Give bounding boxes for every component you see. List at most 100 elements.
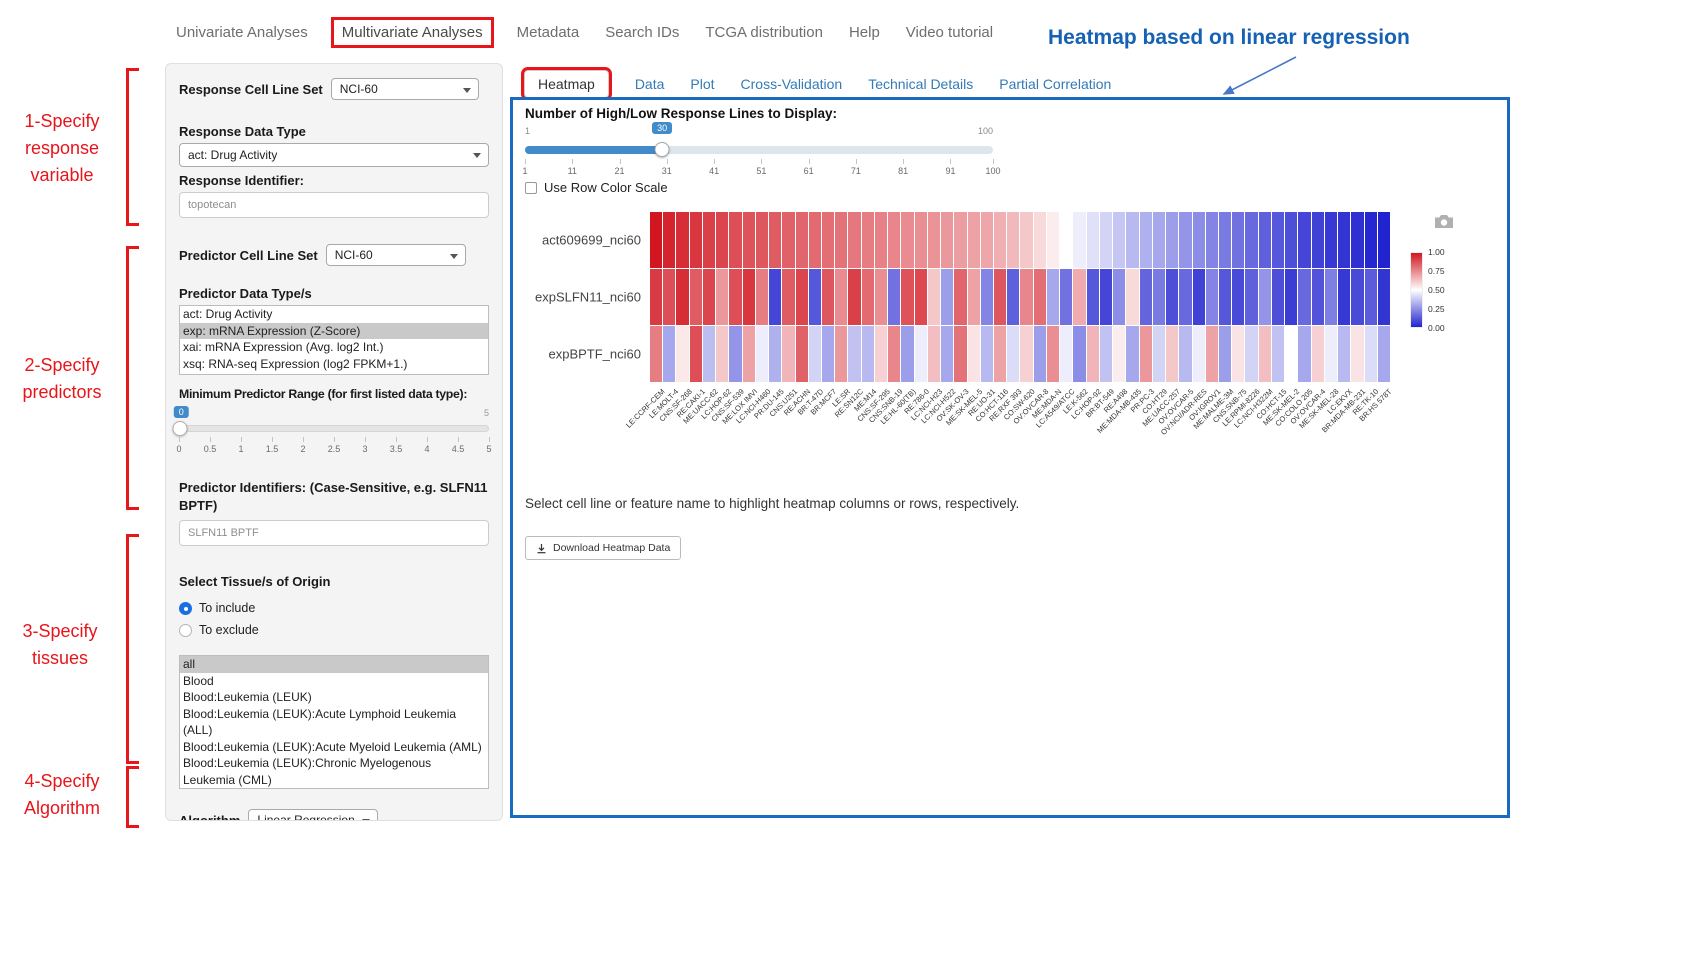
heatmap-cell[interactable]	[1206, 212, 1218, 268]
heatmap-cell[interactable]	[1020, 212, 1032, 268]
heatmap-cell[interactable]	[1034, 326, 1046, 382]
heatmap-cell[interactable]	[782, 212, 794, 268]
heatmap-cell[interactable]	[1166, 269, 1178, 325]
heatmap-cell[interactable]	[1338, 326, 1350, 382]
option-all[interactable]: all	[180, 656, 488, 673]
option-xsq-rna-seq-expression-log2-fpkm-1[interactable]: xsq: RNA-seq Expression (log2 FPKM+1.)	[180, 356, 488, 373]
heatmap-cell[interactable]	[1193, 212, 1205, 268]
heatmap-cell[interactable]	[1206, 326, 1218, 382]
camera-icon[interactable]	[1434, 213, 1454, 229]
heatmap-cell[interactable]	[1232, 326, 1244, 382]
heatmap-cell[interactable]	[1219, 212, 1231, 268]
heatmap-cell[interactable]	[796, 326, 808, 382]
heatmap-cell[interactable]	[1272, 326, 1284, 382]
nav-item-help[interactable]: Help	[849, 24, 880, 41]
heatmap-cell[interactable]	[835, 269, 847, 325]
response-identifier-input[interactable]	[179, 192, 489, 218]
heatmap-cell[interactable]	[981, 269, 993, 325]
heatmap-cell[interactable]	[822, 326, 834, 382]
heatmap-cell[interactable]	[650, 269, 662, 325]
heatmap-cell[interactable]	[650, 212, 662, 268]
heatmap-cell[interactable]	[1285, 326, 1297, 382]
heatmap-cell[interactable]	[729, 212, 741, 268]
tab-technical-details[interactable]: Technical Details	[868, 76, 973, 92]
heatmap-cell[interactable]	[796, 212, 808, 268]
heatmap-cell[interactable]	[822, 269, 834, 325]
heatmap-cell[interactable]	[703, 269, 715, 325]
heatmap-cell[interactable]	[1259, 212, 1271, 268]
heatmap-cell[interactable]	[835, 326, 847, 382]
heatmap-cell[interactable]	[928, 269, 940, 325]
heatmap-cell[interactable]	[915, 326, 927, 382]
heatmap-cell[interactable]	[1060, 212, 1072, 268]
heatmap-cell[interactable]	[1126, 269, 1138, 325]
row-color-scale-checkbox[interactable]: Use Row Color Scale	[525, 180, 668, 195]
heatmap-cell[interactable]	[1179, 269, 1191, 325]
heatmap-cell[interactable]	[1126, 326, 1138, 382]
heatmap-cell[interactable]	[1245, 269, 1257, 325]
heatmap-cell[interactable]	[848, 212, 860, 268]
heatmap-cell[interactable]	[756, 212, 768, 268]
heatmap-cell[interactable]	[968, 212, 980, 268]
heatmap-cell[interactable]	[1153, 269, 1165, 325]
heatmap-cell[interactable]	[1047, 269, 1059, 325]
heatmap-cell[interactable]	[875, 326, 887, 382]
heatmap-cell[interactable]	[809, 269, 821, 325]
heatmap-cell[interactable]	[994, 269, 1006, 325]
heatmap-cell[interactable]	[1365, 269, 1377, 325]
heatmap-cell[interactable]	[1232, 269, 1244, 325]
predictor-data-type-listbox[interactable]: act: Drug Activityexp: mRNA Expression (…	[179, 305, 489, 375]
heatmap-cell[interactable]	[1285, 212, 1297, 268]
heatmap-cell[interactable]	[1285, 269, 1297, 325]
heatmap-cell[interactable]	[994, 212, 1006, 268]
heatmap-cell[interactable]	[1047, 212, 1059, 268]
heatmap-cell[interactable]	[994, 326, 1006, 382]
heatmap-cell[interactable]	[1140, 269, 1152, 325]
download-heatmap-button[interactable]: Download Heatmap Data	[525, 536, 681, 560]
heatmap-cell[interactable]	[941, 212, 953, 268]
heatmap-cell[interactable]	[954, 326, 966, 382]
heatmap-cell[interactable]	[1338, 212, 1350, 268]
heatmap-cell[interactable]	[782, 326, 794, 382]
heatmap-cell[interactable]	[928, 326, 940, 382]
heatmap-cell[interactable]	[676, 326, 688, 382]
heatmap-cell[interactable]	[809, 326, 821, 382]
heatmap-cell[interactable]	[703, 326, 715, 382]
option-blood-leukemia-leuk-acute-lymphoid-leukemia-all[interactable]: Blood:Leukemia (LEUK):Acute Lymphoid Leu…	[180, 706, 488, 739]
heatmap-cell[interactable]	[1325, 212, 1337, 268]
heatmap-cell[interactable]	[1060, 269, 1072, 325]
heatmap-cell[interactable]	[756, 326, 768, 382]
heatmap-cell[interactable]	[1007, 269, 1019, 325]
heatmap-cell[interactable]	[1259, 269, 1271, 325]
option-blood-leukemia-leuk[interactable]: Blood:Leukemia (LEUK)	[180, 689, 488, 706]
tab-cross-validation[interactable]: Cross-Validation	[741, 76, 843, 92]
heatmap-cell[interactable]	[1245, 212, 1257, 268]
heatmap-cell[interactable]	[1351, 326, 1363, 382]
response-slider-handle[interactable]	[655, 142, 670, 157]
tissue-radio-to-include[interactable]: To include	[179, 597, 489, 619]
heatmap-cell[interactable]	[716, 212, 728, 268]
heatmap-cell[interactable]	[690, 269, 702, 325]
option-act-drug-activity[interactable]: act: Drug Activity	[180, 306, 488, 323]
heatmap-cell[interactable]	[1272, 269, 1284, 325]
heatmap-cell[interactable]	[1073, 212, 1085, 268]
heatmap-cell[interactable]	[822, 212, 834, 268]
heatmap-cell[interactable]	[1113, 269, 1125, 325]
heatmap-cell[interactable]	[743, 269, 755, 325]
heatmap-cell[interactable]	[848, 269, 860, 325]
response-lines-slider[interactable]: 1 100 30 1112131415161718191100	[525, 126, 993, 186]
heatmap-cell[interactable]	[1153, 212, 1165, 268]
heatmap-cell[interactable]	[1034, 212, 1046, 268]
heatmap-cell[interactable]	[1365, 212, 1377, 268]
nav-item-univariate-analyses[interactable]: Univariate Analyses	[176, 24, 308, 41]
min-predictor-range-slider[interactable]: 0 5 00.511.522.533.544.55	[179, 419, 489, 471]
heatmap-cell[interactable]	[1193, 269, 1205, 325]
heatmap-cell[interactable]	[729, 326, 741, 382]
heatmap-cell[interactable]	[1100, 326, 1112, 382]
heatmap-cell[interactable]	[888, 269, 900, 325]
heatmap-cell[interactable]	[862, 269, 874, 325]
min-slider-track[interactable]	[179, 425, 489, 432]
heatmap-cell[interactable]	[901, 212, 913, 268]
min-slider-handle[interactable]	[173, 421, 188, 436]
heatmap-cell[interactable]	[954, 269, 966, 325]
